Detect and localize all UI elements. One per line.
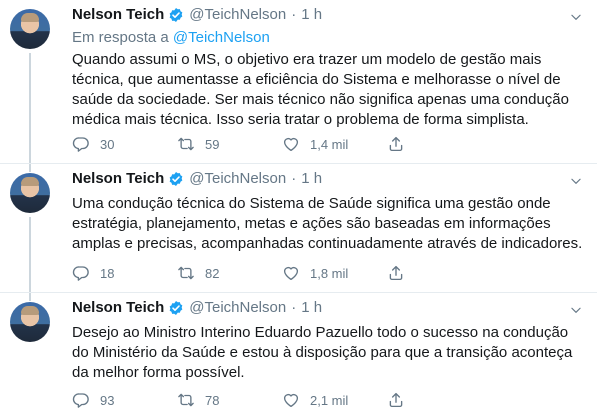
retweet-count: 59: [205, 136, 220, 152]
avatar[interactable]: [10, 302, 50, 342]
like-button[interactable]: 1,8 mil: [282, 264, 387, 282]
separator-dot: ·: [291, 6, 297, 23]
caret-down-icon[interactable]: [569, 303, 583, 317]
retweet-count: 78: [205, 392, 220, 408]
author-handle[interactable]: @TeichNelson: [189, 299, 286, 316]
caret-down-icon[interactable]: [569, 174, 583, 188]
reply-count: 93: [100, 392, 115, 408]
like-count: 1,4 mil: [310, 136, 349, 152]
verified-badge-icon: [168, 300, 184, 316]
like-button[interactable]: 2,1 mil: [282, 391, 387, 409]
retweet-count: 82: [205, 265, 220, 281]
timestamp[interactable]: 1 h: [301, 170, 322, 187]
like-icon: [282, 264, 300, 282]
reply-context: Em resposta a @TeichNelson: [72, 29, 270, 46]
tweet[interactable]: Nelson Teich @TeichNelson · 1 h Desejo a…: [0, 293, 597, 413]
caret-down-icon[interactable]: [569, 10, 583, 24]
thread-connector: [29, 53, 31, 163]
verified-badge-icon: [168, 7, 184, 23]
tweet-actions: 18 82 1,8 mil: [72, 264, 415, 282]
author-handle[interactable]: @TeichNelson: [189, 6, 286, 23]
thread-connector: [29, 293, 31, 301]
tweet-header: Nelson Teich @TeichNelson · 1 h: [72, 6, 322, 23]
share-button[interactable]: [387, 391, 415, 409]
timestamp[interactable]: 1 h: [301, 6, 322, 23]
share-icon: [387, 135, 405, 153]
share-icon: [387, 264, 405, 282]
tweet-text: Quando assumi o MS, o objetivo era traze…: [72, 51, 569, 128]
tweet-actions: 30 59 1,4 mil: [72, 135, 415, 153]
like-count: 2,1 mil: [310, 392, 349, 408]
like-button[interactable]: 1,4 mil: [282, 135, 387, 153]
tweet-text: Uma condução técnica do Sistema de Saúde…: [72, 195, 583, 252]
tweet-header: Nelson Teich @TeichNelson · 1 h: [72, 170, 322, 187]
like-icon: [282, 135, 300, 153]
separator-dot: ·: [291, 299, 297, 316]
verified-badge-icon: [168, 171, 184, 187]
author-name[interactable]: Nelson Teich: [72, 170, 164, 187]
reply-button[interactable]: 30: [72, 135, 177, 153]
retweet-icon: [177, 264, 195, 282]
retweet-icon: [177, 135, 195, 153]
tweet-header: Nelson Teich @TeichNelson · 1 h: [72, 299, 322, 316]
reply-icon: [72, 135, 90, 153]
retweet-button[interactable]: 82: [177, 264, 282, 282]
reply-icon: [72, 391, 90, 409]
reply-button[interactable]: 18: [72, 264, 177, 282]
author-name[interactable]: Nelson Teich: [72, 6, 164, 23]
share-icon: [387, 391, 405, 409]
retweet-icon: [177, 391, 195, 409]
reply-button[interactable]: 93: [72, 391, 177, 409]
avatar[interactable]: [10, 9, 50, 49]
author-handle[interactable]: @TeichNelson: [189, 170, 286, 187]
reply-count: 30: [100, 136, 115, 152]
like-icon: [282, 391, 300, 409]
reply-prefix: Em resposta a: [72, 29, 169, 46]
thread-connector: [29, 164, 31, 172]
tweet[interactable]: Nelson Teich @TeichNelson · 1 h Uma cond…: [0, 164, 597, 293]
retweet-button[interactable]: 59: [177, 135, 282, 153]
thread-connector: [29, 217, 31, 292]
tweet-actions: 93 78 2,1 mil: [72, 391, 415, 409]
reply-count: 18: [100, 265, 115, 281]
share-button[interactable]: [387, 264, 415, 282]
avatar[interactable]: [10, 173, 50, 213]
separator-dot: ·: [291, 170, 297, 187]
share-button[interactable]: [387, 135, 415, 153]
author-name[interactable]: Nelson Teich: [72, 299, 164, 316]
reply-icon: [72, 264, 90, 282]
retweet-button[interactable]: 78: [177, 391, 282, 409]
reply-handle-link[interactable]: @TeichNelson: [173, 29, 270, 46]
timestamp[interactable]: 1 h: [301, 299, 322, 316]
like-count: 1,8 mil: [310, 265, 349, 281]
tweet[interactable]: Nelson Teich @TeichNelson · 1 h Em respo…: [0, 0, 597, 164]
tweet-text: Desejo ao Ministro Interino Eduardo Pazu…: [72, 324, 573, 381]
